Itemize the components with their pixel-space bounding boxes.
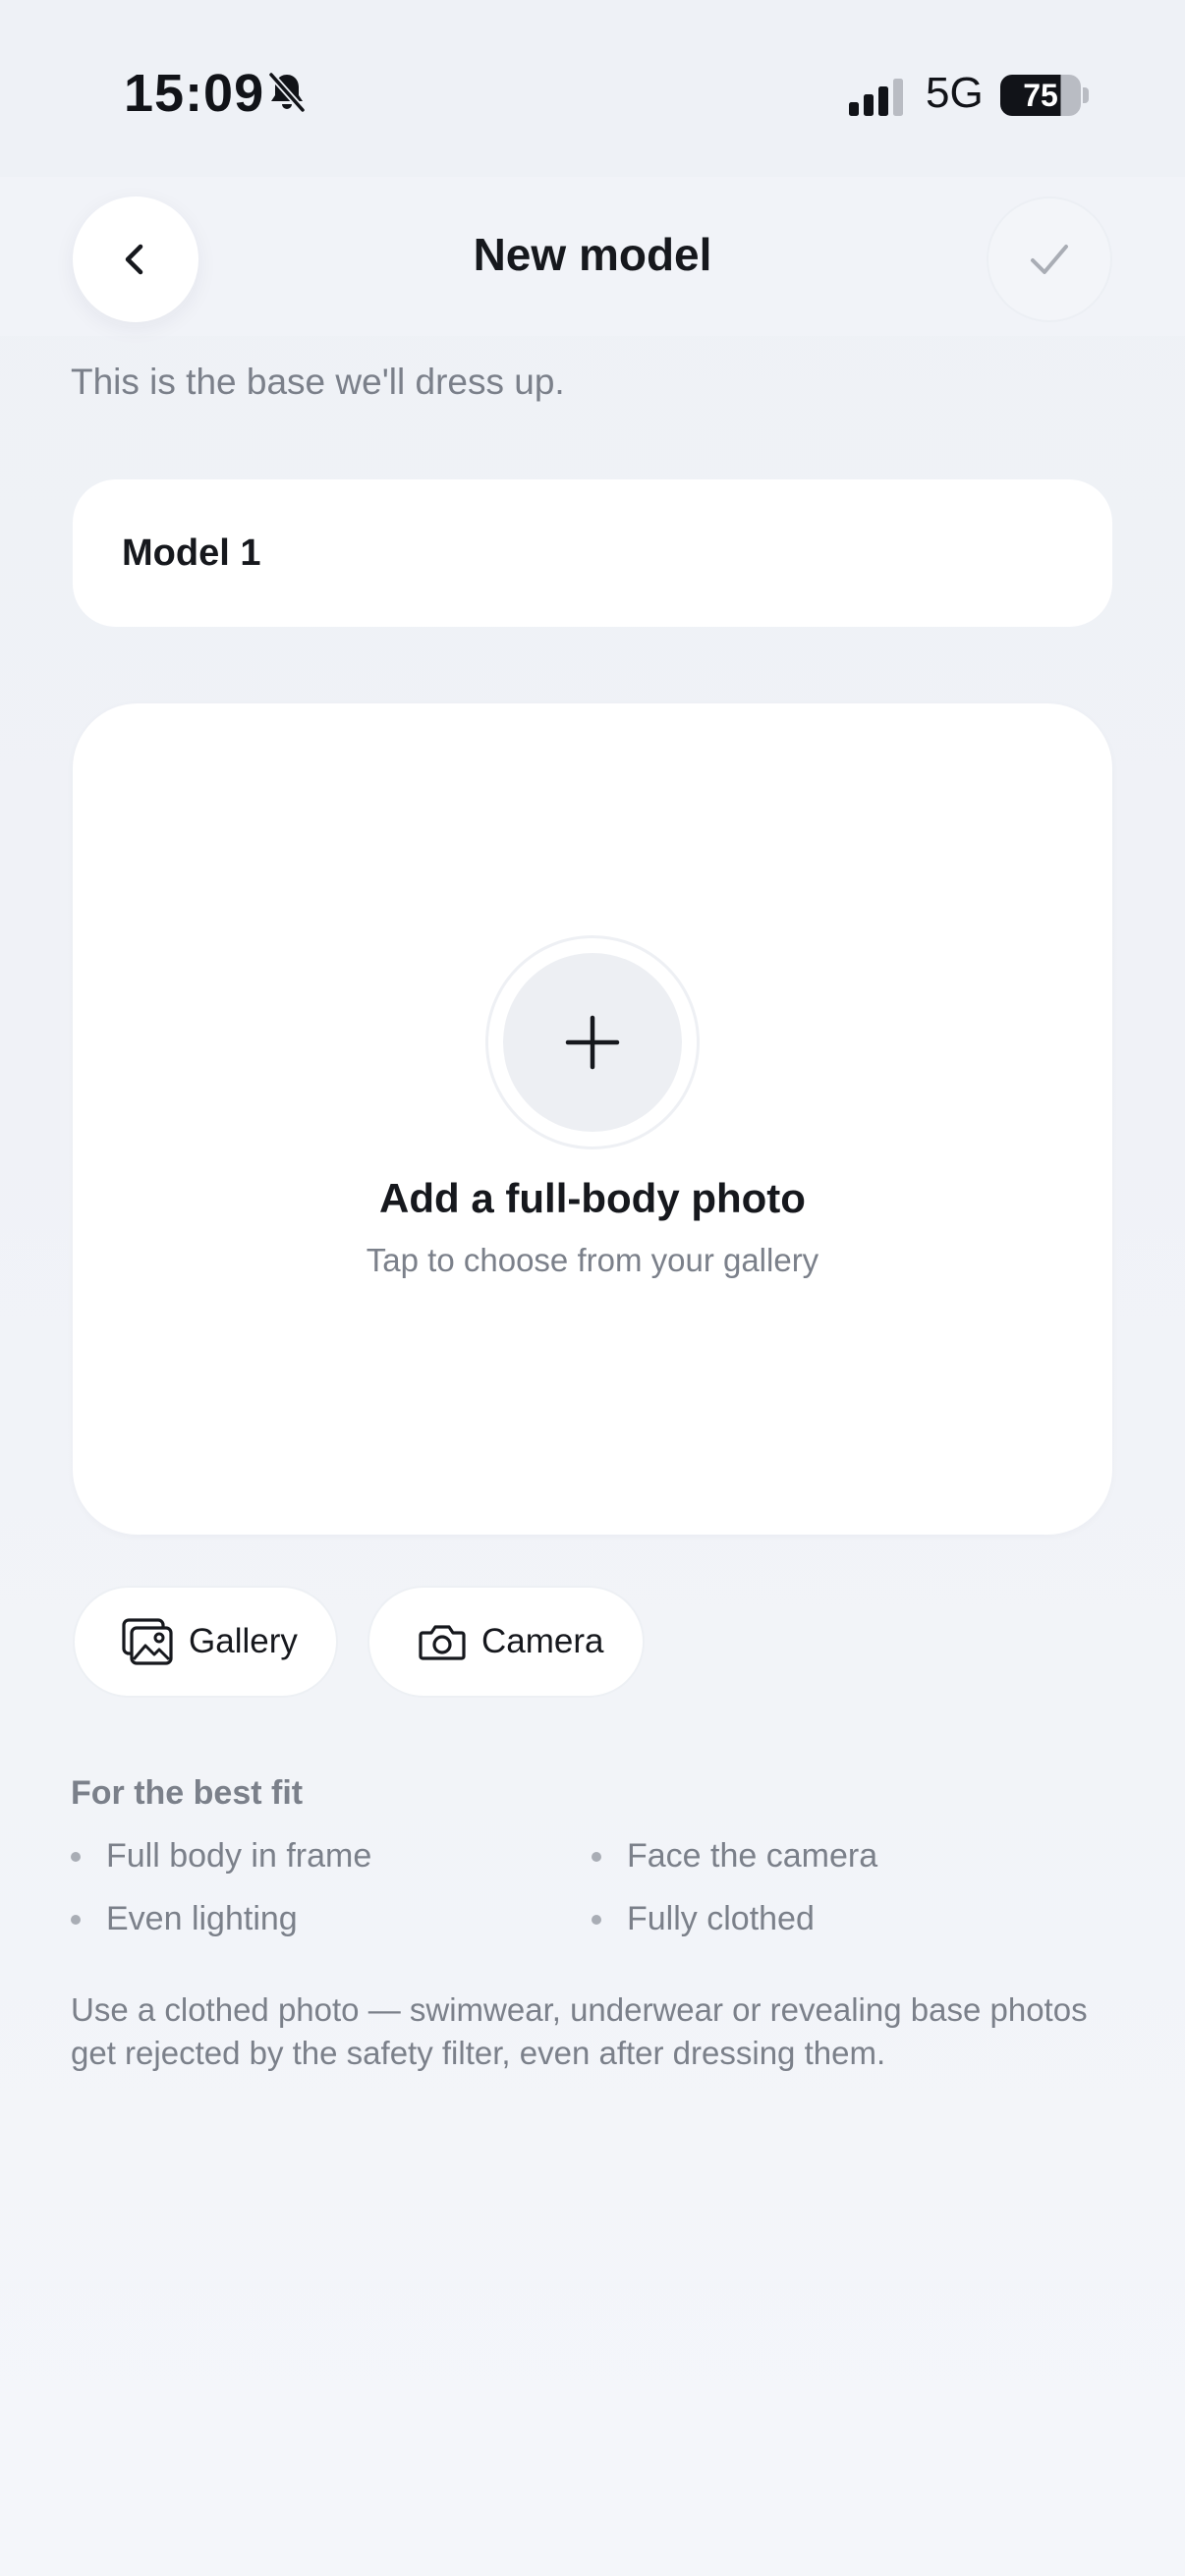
tip-text: Face the camera [627,1837,878,1875]
tip-text: Fully clothed [627,1900,815,1937]
photo-gallery-icon [122,1618,173,1665]
tip-item: Face the camera [592,1837,877,1876]
battery-tip [1083,87,1089,103]
tips-heading: For the best fit [71,1774,304,1812]
confirm-button[interactable] [987,196,1112,322]
cellular-signal-icon [849,79,903,116]
chevron-left-icon [125,244,143,275]
camera-icon [419,1625,466,1660]
status-bar: 15:09 5G 75 [0,0,1185,196]
checkmark-icon [1031,245,1068,274]
tip-item: Even lighting [71,1900,298,1938]
bullet-icon [71,1914,81,1925]
battery-level: 75 [1023,78,1058,113]
bullet-icon [592,1914,601,1925]
battery-icon: 75 [1000,75,1081,116]
tip-item: Fully clothed [592,1900,815,1938]
tip-text: Even lighting [106,1900,298,1937]
safety-warning: Use a clothed photo — swimwear, underwea… [71,1991,1088,2071]
bell-slash-icon [267,71,307,114]
status-time: 15:09 [124,64,265,123]
photo-picker-hint: Tap to choose from your gallery [366,1242,819,1278]
model-name-input[interactable] [73,479,1112,627]
photo-picker-title: Add a full-body photo [379,1175,806,1221]
tip-text: Full body in frame [106,1837,372,1875]
gallery-button[interactable]: Gallery [73,1586,338,1698]
bullet-icon [592,1851,601,1862]
back-button[interactable] [73,196,198,322]
gallery-button-label: Gallery [189,1622,298,1660]
network-type: 5G [926,69,984,117]
page-subtitle: This is the base we'll dress up. [71,362,565,402]
add-photo-button[interactable] [503,953,682,1132]
page-title: New model [473,229,712,280]
camera-button[interactable]: Camera [367,1586,645,1698]
camera-button-label: Camera [481,1622,604,1660]
plus-icon [565,1015,620,1070]
bullet-icon [71,1851,81,1862]
tip-item: Full body in frame [71,1837,371,1876]
